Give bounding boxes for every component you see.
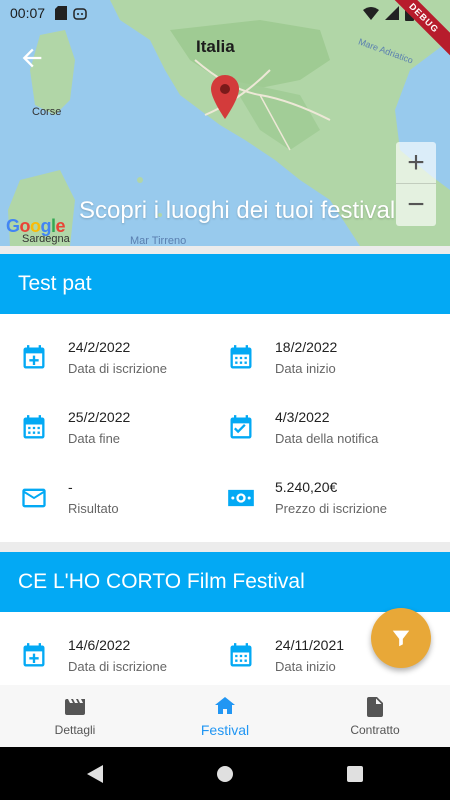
field-data-notifica: 4/3/2022 Data della notifica xyxy=(207,408,450,478)
system-back-button[interactable] xyxy=(30,747,160,800)
field-label: Data inizio xyxy=(275,361,336,376)
field-label: Data inizio xyxy=(275,659,336,674)
calendar-plus-icon xyxy=(23,345,45,369)
system-recents-button[interactable] xyxy=(290,747,420,800)
calendar-grid-icon xyxy=(23,415,45,439)
square-recents-icon xyxy=(347,765,363,782)
field-value: 24/2/2022 xyxy=(68,339,131,355)
money-icon xyxy=(228,489,254,507)
festival-card-title: Test pat xyxy=(0,254,450,314)
field-data-fine: 25/2/2022 Data fine xyxy=(0,408,207,478)
field-label: Data di iscrizione xyxy=(68,659,167,674)
zoom-controls: + − xyxy=(396,142,436,226)
festival-map[interactable]: Italia Mare Adriatico Corse Sardegna Mar… xyxy=(0,0,450,246)
field-risultato: - Risultato xyxy=(0,478,207,548)
status-time: 00:07 xyxy=(10,5,46,21)
system-navigation-bar xyxy=(0,747,450,800)
triangle-back-icon xyxy=(87,764,103,783)
clapperboard-icon xyxy=(65,699,85,715)
field-label: Prezzo di iscrizione xyxy=(275,501,387,516)
android-icon xyxy=(73,8,87,20)
calendar-grid-icon xyxy=(230,345,252,369)
festival-card[interactable]: Test pat 24/2/2022 Data di iscrizione 18/… xyxy=(0,254,450,542)
nav-item-dettagli[interactable]: Dettagli xyxy=(0,685,150,747)
document-icon xyxy=(367,697,383,717)
google-logo: Google xyxy=(6,216,66,236)
home-icon xyxy=(215,697,235,714)
nav-item-contratto[interactable]: Contratto xyxy=(300,685,450,747)
field-value: 4/3/2022 xyxy=(275,409,330,425)
map-label-tirreno: Mar Tirreno xyxy=(130,235,187,246)
field-label: Data di iscrizione xyxy=(68,361,167,376)
nav-label: Dettagli xyxy=(54,723,96,737)
zoom-out-button[interactable]: − xyxy=(396,184,436,226)
field-label: Data fine xyxy=(68,431,121,446)
nav-label: Contratto xyxy=(350,723,400,737)
back-arrow-icon[interactable] xyxy=(18,44,46,72)
signal-icon xyxy=(385,6,399,20)
field-label: Data della notifica xyxy=(275,431,379,446)
wifi-icon xyxy=(363,7,379,20)
field-prezzo: 5.240,20€ Prezzo di iscrizione xyxy=(207,478,450,548)
map-title: Scopri i luoghi dei tuoi festival xyxy=(79,197,396,224)
field-value: - xyxy=(68,479,73,495)
calendar-plus-icon xyxy=(23,643,45,667)
field-data-iscrizione: 24/2/2022 Data di iscrizione xyxy=(0,338,207,408)
circle-home-icon xyxy=(217,765,233,782)
map-label-italia: Italia xyxy=(196,37,235,56)
field-value: 25/2/2022 xyxy=(68,409,131,425)
festival-card-title: CE L'HO CORTO Film Festival xyxy=(0,552,450,612)
system-home-button[interactable] xyxy=(160,747,290,800)
field-value: 14/6/2022 xyxy=(68,637,131,653)
location-pin-icon[interactable] xyxy=(211,75,239,124)
calendar-check-icon xyxy=(230,415,252,439)
bottom-navigation: Dettagli Festival Contratto xyxy=(0,685,450,747)
calendar-grid-icon xyxy=(230,643,252,667)
field-value: 5.240,20€ xyxy=(275,479,338,495)
sd-card-icon xyxy=(55,6,68,20)
filter-button[interactable] xyxy=(371,608,431,668)
nav-label: Festival xyxy=(200,722,250,738)
map-label-corse: Corse xyxy=(32,106,62,118)
field-value: 18/2/2022 xyxy=(275,339,338,355)
field-label: Risultato xyxy=(68,501,119,516)
zoom-in-button[interactable]: + xyxy=(396,142,436,184)
field-value: 24/11/2021 xyxy=(275,637,345,653)
mail-icon xyxy=(22,488,46,508)
field-data-inizio: 18/2/2022 Data inizio xyxy=(207,338,450,408)
status-bar: 00:07 xyxy=(0,0,450,26)
nav-item-festival[interactable]: Festival xyxy=(150,685,300,747)
filter-icon xyxy=(392,630,410,647)
